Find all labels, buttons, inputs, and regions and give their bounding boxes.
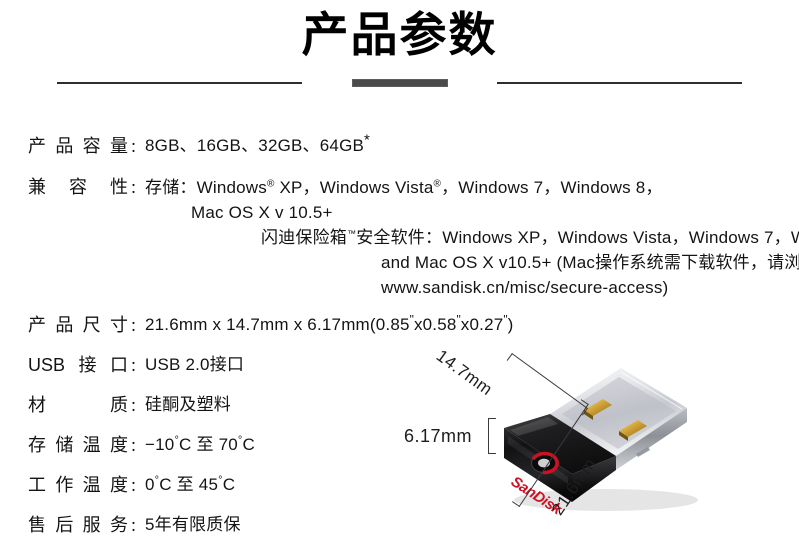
storage-temp-min: −10 (145, 435, 175, 454)
spec-label-dimensions: 产品尺寸 (28, 315, 128, 335)
dimensions-part-2: x0.58 (413, 315, 457, 334)
height-dimension-label: 6.17mm (404, 426, 473, 446)
secureaccess-product-name: 闪迪保险箱 (261, 228, 347, 247)
compat-storage-os-c: ，Windows 7，Windows 8， (441, 178, 663, 197)
spec-value-dimensions: 21.6mm x 14.7mm x 6.17mm(0.85"x0.58"x0.2… (145, 313, 799, 336)
divider-rule-left (57, 82, 302, 84)
compat-line-secureaccess-win: 闪迪保险箱™安全软件：Windows XP，Windows Vista，Wind… (145, 225, 799, 250)
spec-label-capacity: 产品容量 (28, 136, 128, 156)
spec-colon-warranty: ： (130, 518, 144, 534)
storage-temp-mid: C 至 70 (179, 435, 238, 454)
spec-value-capacity: 8GB、16GB、32GB、64GB* (145, 132, 799, 157)
spec-colon-material: ： (130, 398, 144, 414)
compat-line-storage-mac: Mac OS X v 10.5+ (191, 203, 333, 222)
spec-colon-operating-temperature: ： (130, 478, 144, 494)
compat-line-secureaccess-mac: and Mac OS X v10.5+ (Mac操作系统需下载软件，请浏览 (381, 253, 799, 272)
dimensions-part-1: 21.6mm x 14.7mm x 6.17mm(0.85 (145, 315, 410, 334)
spec-value-compatibility: 存储：Windows® XP，Windows Vista®，Windows 7，… (145, 175, 799, 300)
capacity-footnote-marker: * (364, 131, 371, 149)
spec-label-storage-temperature: 存储温度 (28, 435, 128, 455)
spec-row-dimensions: 产品尺寸 ： 21.6mm x 14.7mm x 6.17mm(0.85"x0.… (0, 313, 799, 338)
compat-storage-label: 存储：Windows (145, 178, 267, 197)
height-dimension-bracket (488, 418, 496, 454)
spec-label-compatibility: 兼 容 性 (28, 177, 128, 197)
spec-label-operating-temperature: 工作温度 (28, 475, 128, 495)
capacity-text: 8GB、16GB、32GB、64GB (145, 136, 365, 155)
spec-colon-compatibility: ： (130, 180, 144, 196)
secureaccess-os-list: 安全软件：Windows XP，Windows Vista，Windows 7，… (356, 228, 799, 247)
spec-colon-storage-temperature: ： (130, 438, 144, 454)
operating-temp-min: 0 (145, 475, 155, 494)
dimensions-part-3: x0.27 (460, 315, 504, 334)
compat-storage-os-b: XP，Windows Vista (274, 178, 434, 197)
compat-line-secureaccess-url: www.sandisk.cn/misc/secure-access) (381, 278, 669, 297)
spec-colon-capacity: ： (130, 139, 144, 155)
registered-mark-icon: ® (266, 178, 275, 190)
spec-row-compatibility: 兼 容 性 ： 存储：Windows® XP，Windows Vista®，Wi… (0, 175, 799, 300)
divider-center-bar (352, 79, 448, 87)
spec-row-capacity: 产品容量 ： 8GB、16GB、32GB、64GB* (0, 132, 799, 159)
compat-line-storage-os: 存储：Windows® XP，Windows Vista®，Windows 7，… (145, 175, 799, 200)
width-dimension-label: 14.7mm (432, 346, 497, 400)
trademark-mark-icon: ™ (347, 228, 357, 239)
dimensions-part-4: ) (507, 315, 514, 334)
operating-temp-mid: C 至 45 (159, 475, 219, 494)
spec-label-warranty: 售后服务 (28, 515, 128, 535)
spec-label-material: 材 质 (28, 395, 128, 415)
spec-label-usb-interface: USB接口 (28, 355, 128, 375)
product-figure: SanDisk 6.17mm 14.7mm 21.6mm (400, 340, 799, 556)
page-title: 产品参数 (301, 8, 498, 61)
storage-temp-unit: C (242, 435, 255, 454)
registered-mark-icon: ® (433, 178, 442, 190)
divider-rule-right (497, 82, 742, 84)
operating-temp-unit: C (222, 475, 236, 494)
spec-colon-dimensions: ： (130, 318, 144, 334)
spec-colon-usb-interface: ： (130, 358, 144, 374)
